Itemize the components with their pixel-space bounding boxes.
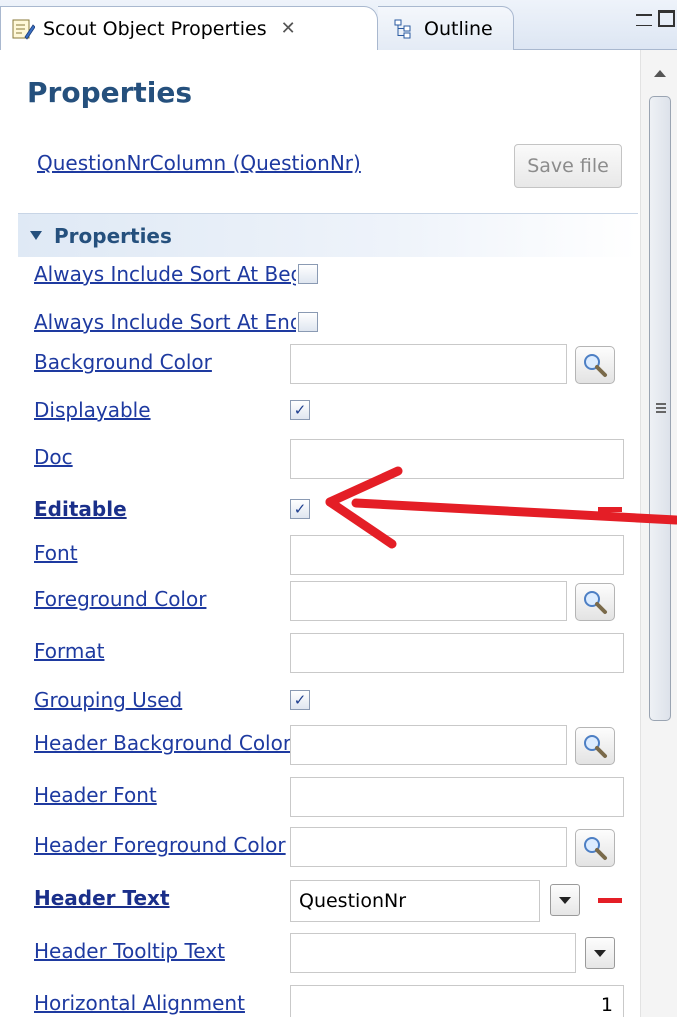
- property-label[interactable]: Doc: [34, 445, 290, 469]
- dropdown-button[interactable]: [585, 937, 615, 969]
- property-row: Always Include Sort At Begin: [0, 256, 640, 296]
- property-field[interactable]: [290, 439, 624, 479]
- property-label[interactable]: Always Include Sort At Begin: [34, 262, 296, 286]
- property-row: Doc: [0, 439, 640, 479]
- property-field[interactable]: [290, 725, 567, 765]
- property-label[interactable]: Foreground Color: [34, 587, 290, 611]
- scroll-up-arrow-icon[interactable]: [654, 70, 666, 77]
- property-label[interactable]: Editable: [34, 497, 290, 521]
- property-field[interactable]: [290, 581, 567, 621]
- scrollbar-thumb[interactable]: [649, 96, 671, 721]
- color-lookup-button[interactable]: [575, 727, 615, 765]
- page-title: Properties: [27, 76, 193, 109]
- chevron-down-icon: [594, 949, 606, 957]
- property-label[interactable]: Header Background Color: [34, 731, 290, 755]
- property-label[interactable]: Header Font: [34, 783, 290, 807]
- object-link[interactable]: QuestionNrColumn (QuestionNr): [37, 151, 361, 175]
- property-row: Header Tooltip Text: [0, 933, 640, 973]
- maximize-icon[interactable]: [658, 10, 675, 27]
- property-checkbox[interactable]: [298, 264, 318, 284]
- property-checkbox[interactable]: [298, 312, 318, 332]
- magnifier-icon: [584, 735, 607, 758]
- color-lookup-button[interactable]: [575, 829, 615, 867]
- property-field[interactable]: [290, 633, 624, 673]
- property-row: Background Color: [0, 344, 640, 384]
- expand-triangle-icon[interactable]: [30, 231, 42, 240]
- property-row: Header Text: [0, 880, 640, 922]
- properties-view: Properties QuestionNrColumn (QuestionNr)…: [0, 50, 677, 1017]
- property-checkbox[interactable]: ✓: [290, 400, 310, 420]
- section-title: Properties: [54, 223, 172, 248]
- property-row: Header Background Color: [0, 725, 640, 765]
- property-label[interactable]: Horizontal Alignment: [34, 991, 290, 1015]
- minus-icon[interactable]: [598, 507, 622, 512]
- minus-icon[interactable]: [598, 898, 622, 903]
- tab-label: Outline: [424, 17, 493, 40]
- property-field[interactable]: [290, 535, 624, 575]
- window-controls: [636, 10, 675, 27]
- properties-section-header[interactable]: Properties: [18, 213, 638, 257]
- property-row: Always Include Sort At End: [0, 304, 640, 344]
- save-file-button[interactable]: Save file: [514, 144, 622, 188]
- grip-icon: [656, 403, 666, 413]
- property-label[interactable]: Grouping Used: [34, 688, 290, 712]
- chevron-down-icon: [559, 896, 571, 904]
- property-row: Horizontal Alignment: [0, 985, 640, 1017]
- property-row: Foreground Color: [0, 581, 640, 621]
- tab-scout-object-properties[interactable]: Scout Object Properties ✕: [0, 6, 378, 50]
- property-field[interactable]: [290, 344, 567, 384]
- color-lookup-button[interactable]: [575, 346, 615, 384]
- magnifier-icon: [584, 591, 607, 614]
- property-label[interactable]: Header Tooltip Text: [34, 939, 290, 963]
- annotation-arrow: [325, 466, 677, 549]
- vertical-scrollbar[interactable]: [640, 50, 677, 1017]
- property-label[interactable]: Format: [34, 639, 290, 663]
- magnifier-icon: [584, 354, 607, 377]
- close-icon[interactable]: ✕: [281, 18, 296, 39]
- property-field[interactable]: [290, 777, 624, 817]
- view-tab-bar: Scout Object Properties ✕ Outline: [0, 0, 677, 50]
- tab-outline[interactable]: Outline: [378, 6, 514, 50]
- property-row: Editable ✓: [0, 491, 640, 531]
- property-checkbox[interactable]: ✓: [290, 690, 310, 710]
- dropdown-button[interactable]: [550, 884, 580, 916]
- edit-properties-icon: [12, 19, 35, 40]
- color-lookup-button[interactable]: [575, 583, 615, 621]
- property-label[interactable]: Font: [34, 541, 290, 565]
- property-field[interactable]: [290, 933, 576, 973]
- property-row: Font: [0, 535, 640, 575]
- minimize-icon[interactable]: [636, 14, 652, 26]
- tab-label: Scout Object Properties: [43, 17, 267, 40]
- header-text-field[interactable]: [290, 880, 540, 922]
- property-row: Header Foreground Color: [0, 827, 640, 867]
- property-label[interactable]: Background Color: [34, 350, 290, 374]
- property-field[interactable]: [290, 827, 567, 867]
- property-label[interactable]: Displayable: [34, 398, 290, 422]
- property-row: Header Font: [0, 777, 640, 817]
- outline-icon: [394, 19, 411, 38]
- property-field[interactable]: [290, 985, 624, 1017]
- property-row: Grouping Used ✓: [0, 682, 640, 722]
- magnifier-icon: [584, 837, 607, 860]
- property-row: Format: [0, 633, 640, 673]
- property-label[interactable]: Always Include Sort At End: [34, 310, 296, 334]
- property-row: Displayable ✓: [0, 392, 640, 432]
- property-label[interactable]: Header Text: [34, 886, 290, 910]
- property-label[interactable]: Header Foreground Color: [34, 833, 290, 857]
- property-checkbox[interactable]: ✓: [290, 499, 310, 519]
